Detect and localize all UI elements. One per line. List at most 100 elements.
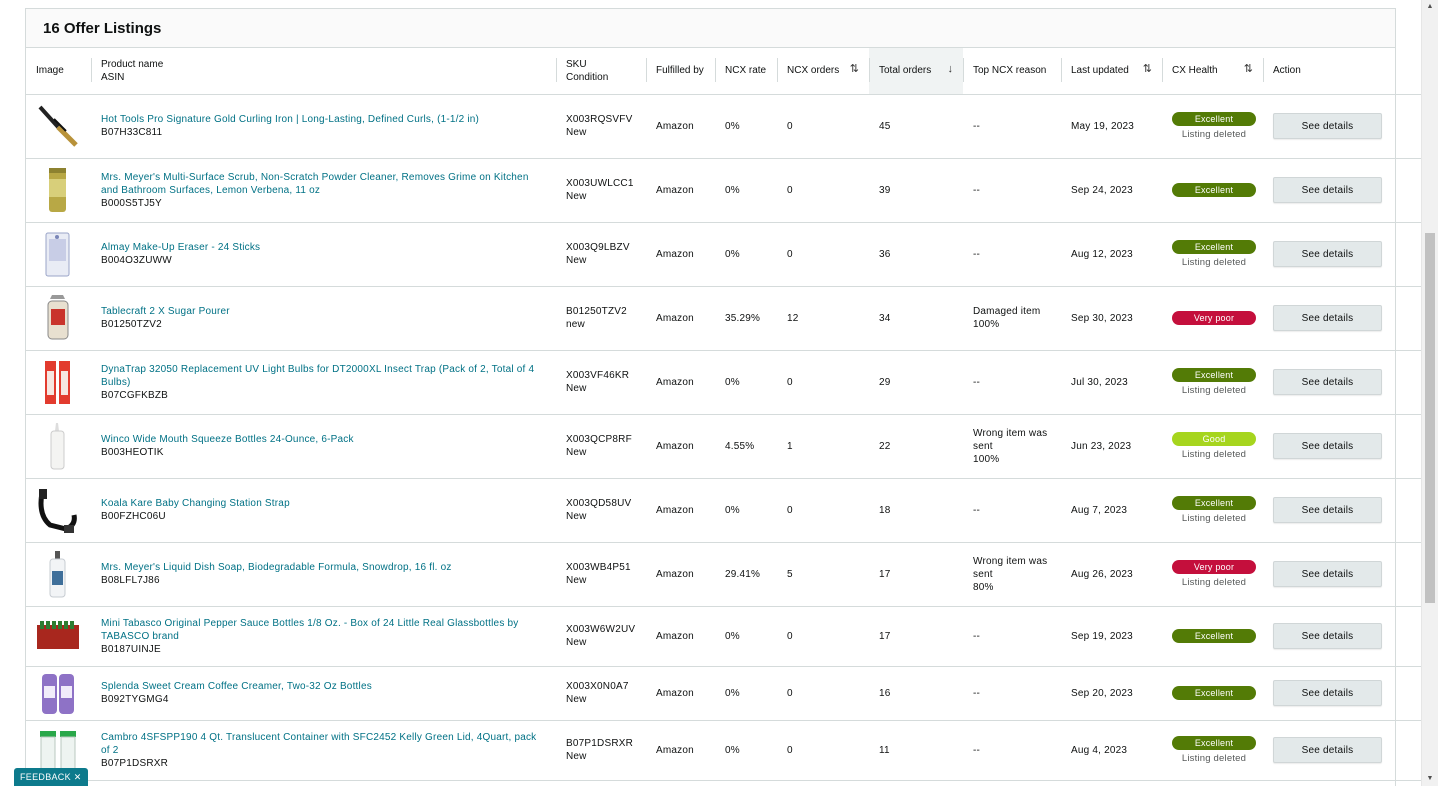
product-image[interactable] bbox=[36, 668, 78, 718]
product-name-link[interactable]: Almay Make-Up Eraser - 24 Sticks bbox=[101, 241, 546, 254]
see-details-button[interactable]: See details bbox=[1273, 241, 1382, 267]
listing-deleted-label: Listing deleted bbox=[1181, 752, 1247, 764]
product-name-link[interactable]: Mrs. Meyer's Multi-Surface Scrub, Non-Sc… bbox=[101, 171, 546, 197]
see-details-button[interactable]: See details bbox=[1273, 623, 1382, 649]
sort-both-icon[interactable]: ⇅ bbox=[1244, 63, 1253, 76]
product-image[interactable] bbox=[36, 165, 78, 215]
ncx-orders: 5 bbox=[787, 568, 793, 580]
product-image[interactable] bbox=[36, 101, 78, 151]
table-header-row: Image Product name ASIN SKU Condition Fulf… bbox=[26, 48, 1438, 94]
asin: B07CGFKBZB bbox=[101, 389, 169, 401]
col-ncx-orders[interactable]: NCX orders ⇅ bbox=[777, 48, 869, 94]
sku-cell: X003QD58UV New bbox=[556, 478, 646, 542]
sku-cell: X003Q9LBZV New bbox=[556, 222, 646, 286]
table-row: Cambro 4SFSPP190 4 Qt. Translucent Conta… bbox=[26, 720, 1438, 780]
cx-health-cell: Excellent bbox=[1162, 158, 1263, 222]
see-details-button[interactable]: See details bbox=[1273, 433, 1382, 459]
action-cell: See details bbox=[1263, 478, 1382, 542]
product-image[interactable] bbox=[36, 485, 78, 535]
last-updated: Jul 30, 2023 bbox=[1071, 376, 1128, 388]
product-name-link[interactable]: Tablecraft 2 X Sugar Pourer bbox=[101, 305, 546, 318]
sort-both-icon[interactable]: ⇅ bbox=[850, 63, 859, 76]
scroll-down-icon[interactable]: ▼ bbox=[1422, 772, 1438, 786]
image-cell bbox=[26, 350, 91, 414]
fulfilled-by: Amazon bbox=[656, 687, 694, 699]
see-details-button[interactable]: See details bbox=[1273, 305, 1382, 331]
ncx-reason: -- bbox=[973, 120, 981, 132]
col-total-orders[interactable]: Total orders ↓ bbox=[869, 48, 963, 94]
ncx-rate: 0% bbox=[725, 184, 740, 196]
see-details-button[interactable]: See details bbox=[1273, 369, 1382, 395]
image-cell bbox=[26, 542, 91, 606]
product-name-link[interactable]: DynaTrap 32050 Replacement UV Light Bulb… bbox=[101, 363, 546, 389]
sku-cell: X003W6W2UV New bbox=[556, 606, 646, 666]
action-cell: See details bbox=[1263, 606, 1382, 666]
ncx-orders: 0 bbox=[787, 376, 793, 388]
total-orders: 34 bbox=[879, 312, 891, 324]
last-updated: May 19, 2023 bbox=[1071, 120, 1134, 132]
feedback-button[interactable]: FEEDBACK ✕ bbox=[14, 768, 88, 786]
cx-health-badge: Excellent bbox=[1172, 111, 1256, 126]
top-ncx-reason: Wrong item was sent 80% bbox=[963, 542, 1061, 606]
product-cell: Splenda Sweet Cream Coffee Creamer, Two-… bbox=[91, 666, 556, 720]
product-name-link[interactable]: Cambro 4SFSPP190 4 Qt. Translucent Conta… bbox=[101, 731, 546, 757]
product-image[interactable] bbox=[36, 611, 79, 661]
vertical-scrollbar[interactable]: ▲ ▼ bbox=[1421, 0, 1438, 786]
sku-cell: X003VF46KR New bbox=[556, 350, 646, 414]
last-updated: Aug 4, 2023 bbox=[1071, 744, 1128, 756]
total-orders: 18 bbox=[879, 504, 891, 516]
product-cell: Tablecraft 2 X Sugar Pourer B01250TZV2 bbox=[91, 286, 556, 350]
sku: X003WB4P51 bbox=[566, 562, 631, 573]
product-image[interactable] bbox=[36, 357, 78, 407]
ncx-orders: 0 bbox=[787, 504, 793, 516]
ncx-reason: -- bbox=[973, 744, 981, 756]
listings-table: Image Product name ASIN SKU Condition Fulf… bbox=[26, 48, 1438, 781]
cx-health-badge: Excellent bbox=[1172, 367, 1256, 382]
see-details-button[interactable]: See details bbox=[1273, 737, 1382, 763]
sort-both-icon[interactable]: ⇅ bbox=[1143, 63, 1152, 76]
ncx-reason: -- bbox=[973, 248, 981, 260]
col-cx-health[interactable]: CX Health ⇅ bbox=[1162, 48, 1263, 94]
arrow-down-icon[interactable]: ↓ bbox=[948, 63, 954, 76]
see-details-button[interactable]: See details bbox=[1273, 680, 1382, 706]
product-name-link[interactable]: Koala Kare Baby Changing Station Strap bbox=[101, 497, 546, 510]
product-name-link[interactable]: Mini Tabasco Original Pepper Sauce Bottl… bbox=[101, 617, 546, 643]
product-image[interactable] bbox=[36, 549, 78, 599]
product-name-link[interactable]: Mrs. Meyer's Liquid Dish Soap, Biodegrad… bbox=[101, 561, 546, 574]
scroll-thumb[interactable] bbox=[1425, 233, 1435, 603]
scroll-up-icon[interactable]: ▲ bbox=[1422, 0, 1438, 14]
product-name-link[interactable]: Hot Tools Pro Signature Gold Curling Iro… bbox=[101, 113, 546, 126]
product-image[interactable] bbox=[36, 229, 78, 279]
col-image: Image bbox=[36, 65, 64, 77]
sku: X003X0N0A7 bbox=[566, 681, 629, 692]
top-ncx-reason: -- bbox=[963, 606, 1061, 666]
condition: New bbox=[566, 694, 587, 705]
cx-health-cell: Excellent Listing deleted bbox=[1162, 94, 1263, 158]
col-last-updated[interactable]: Last updated ⇅ bbox=[1061, 48, 1162, 94]
product-cell: DynaTrap 32050 Replacement UV Light Bulb… bbox=[91, 350, 556, 414]
sku-cell: X003QCP8RF New bbox=[556, 414, 646, 478]
cx-health-cell: Excellent Listing deleted bbox=[1162, 222, 1263, 286]
last-updated: Sep 19, 2023 bbox=[1071, 630, 1133, 642]
product-name-link[interactable]: Winco Wide Mouth Squeeze Bottles 24-Ounc… bbox=[101, 433, 546, 446]
product-name-link[interactable]: Splenda Sweet Cream Coffee Creamer, Two-… bbox=[101, 680, 546, 693]
see-details-button[interactable]: See details bbox=[1273, 497, 1382, 523]
action-cell: See details bbox=[1263, 94, 1382, 158]
col-ncx-rate: NCX rate bbox=[715, 48, 777, 94]
see-details-button[interactable]: See details bbox=[1273, 113, 1382, 139]
ncx-rate: 4.55% bbox=[725, 440, 755, 452]
product-image[interactable] bbox=[36, 293, 78, 343]
sku-cell: B01250TZV2 new bbox=[556, 286, 646, 350]
ncx-orders: 0 bbox=[787, 744, 793, 756]
sku: X003Q9LBZV bbox=[566, 242, 630, 253]
product-image[interactable] bbox=[36, 421, 78, 471]
action-cell: See details bbox=[1263, 542, 1382, 606]
col-product-name: Product name ASIN bbox=[91, 48, 556, 94]
sku: X003RQSVFV bbox=[566, 114, 633, 125]
last-updated: Aug 26, 2023 bbox=[1071, 568, 1133, 580]
cx-health-badge: Excellent bbox=[1172, 239, 1256, 254]
see-details-button[interactable]: See details bbox=[1273, 561, 1382, 587]
see-details-button[interactable]: See details bbox=[1273, 177, 1382, 203]
asin: B092TYGMG4 bbox=[101, 694, 169, 705]
product-cell: Winco Wide Mouth Squeeze Bottles 24-Ounc… bbox=[91, 414, 556, 478]
